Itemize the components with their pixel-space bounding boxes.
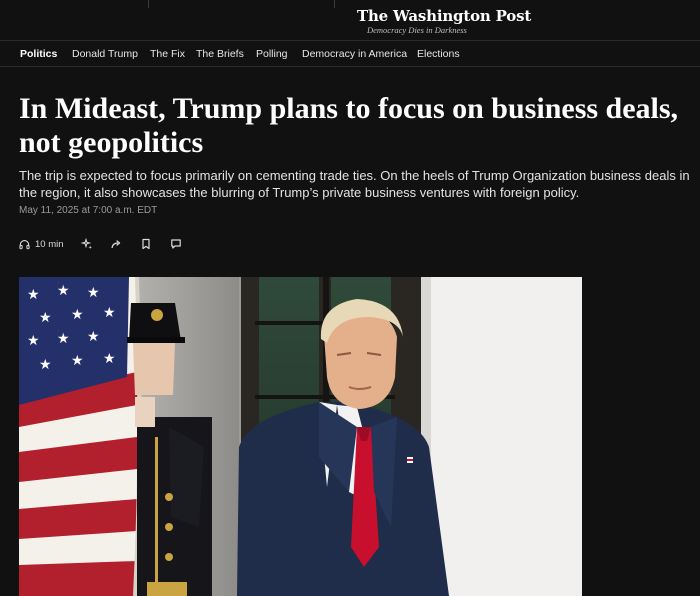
article-dek: The trip is expected to focus primarily …	[19, 168, 690, 200]
svg-text:★: ★	[103, 305, 116, 321]
listen-duration: 10 min	[35, 238, 64, 250]
share-button[interactable]	[110, 236, 122, 252]
svg-text:★: ★	[57, 283, 70, 299]
section-nav: Politics Donald Trump The Fix The Briefs…	[0, 40, 700, 67]
svg-text:★: ★	[57, 331, 70, 347]
summary-button[interactable]	[81, 236, 93, 252]
nav-item-democracy-in-america[interactable]: Democracy in America	[302, 48, 407, 60]
svg-text:★: ★	[71, 353, 84, 369]
svg-text:★: ★	[87, 285, 100, 301]
nav-item-elections[interactable]: Elections	[417, 48, 460, 60]
svg-text:★: ★	[27, 287, 40, 303]
article-timestamp: May 11, 2025 at 7:00 a.m. EDT	[19, 205, 158, 216]
sparkle-icon	[81, 238, 92, 249]
site-logo[interactable]: The Washington Post	[357, 7, 531, 25]
masthead-divider	[334, 0, 335, 8]
svg-text:★: ★	[103, 351, 116, 367]
lead-photo-image: ★ ★ ★ ★ ★ ★ ★ ★ ★ ★ ★ ★	[19, 277, 582, 596]
site-tagline: Democracy Dies in Darkness	[367, 25, 467, 35]
svg-text:★: ★	[39, 310, 52, 326]
share-icon	[111, 240, 121, 249]
nav-item-the-fix[interactable]: The Fix	[150, 48, 185, 60]
comments-button[interactable]	[170, 236, 182, 252]
svg-text:★: ★	[39, 357, 52, 373]
comment-icon	[171, 239, 181, 249]
masthead: The Washington Post Democracy Dies in Da…	[0, 0, 700, 40]
svg-text:★: ★	[87, 329, 100, 345]
masthead-divider	[148, 0, 149, 8]
listen-button[interactable]: 10 min	[19, 236, 64, 252]
nav-item-the-briefs[interactable]: The Briefs	[196, 48, 244, 60]
article-headline: In Mideast, Trump plans to focus on busi…	[19, 92, 679, 159]
bookmark-button[interactable]	[141, 236, 151, 252]
svg-text:★: ★	[27, 333, 40, 349]
nav-item-donald-trump[interactable]: Donald Trump	[72, 48, 138, 60]
svg-text:★: ★	[71, 307, 84, 323]
nav-item-polling[interactable]: Polling	[256, 48, 288, 60]
headphones-icon	[19, 239, 30, 249]
bookmark-icon	[142, 238, 150, 250]
nav-item-politics[interactable]: Politics	[20, 48, 57, 60]
flag: ★ ★ ★ ★ ★ ★ ★ ★ ★ ★ ★ ★	[19, 277, 142, 596]
lead-photo: ★ ★ ★ ★ ★ ★ ★ ★ ★ ★ ★ ★	[19, 277, 582, 596]
